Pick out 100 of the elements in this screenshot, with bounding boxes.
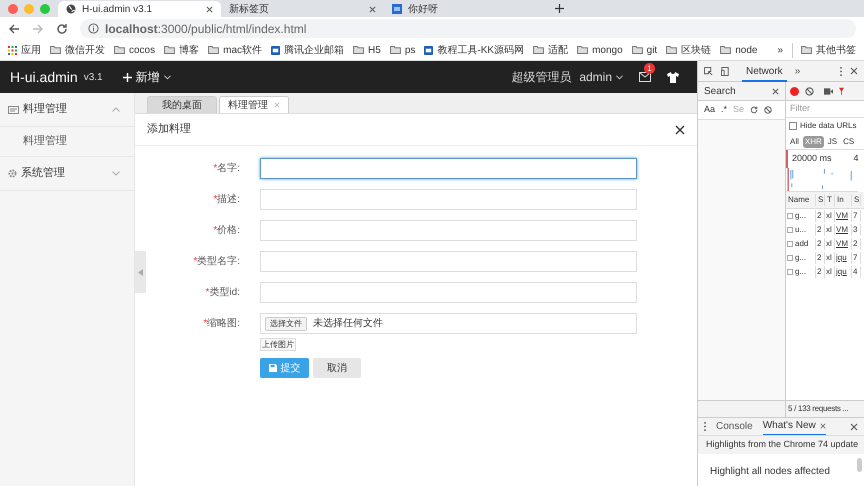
search-option[interactable]: .*	[721, 103, 728, 117]
close-icon[interactable]	[675, 124, 685, 134]
search-option[interactable]: Aa	[704, 103, 716, 117]
folder-icon	[164, 46, 176, 54]
file-icon	[787, 227, 793, 233]
table-cell: jqu	[835, 266, 852, 278]
folder-icon	[50, 46, 61, 54]
bookmark-link[interactable]: mongo	[592, 42, 623, 58]
field-label: 缩略图:	[207, 316, 240, 331]
folder-icon	[208, 46, 220, 54]
dialog-title: 添加料理	[147, 122, 191, 138]
required-mark: *	[206, 286, 210, 300]
table-cell: jqu	[835, 252, 852, 264]
choose-file-button[interactable]: 选择文件	[265, 316, 307, 330]
checkbox[interactable]	[789, 122, 797, 130]
shirt-icon[interactable]	[667, 72, 679, 82]
request-name[interactable]: g...	[795, 210, 806, 222]
drawer-tab[interactable]: Console	[716, 418, 753, 436]
refresh-icon[interactable]	[750, 106, 758, 114]
required-mark: *	[193, 255, 198, 269]
cancel-button[interactable]: 取消	[313, 358, 361, 378]
input-field[interactable]	[260, 158, 637, 179]
request-name[interactable]: g...	[795, 266, 806, 278]
sidebar-group[interactable]: 系统管理	[0, 157, 134, 191]
bookmark-link[interactable]: 区块链	[681, 42, 712, 58]
type-filter[interactable]: CS	[841, 136, 856, 148]
more-bookmarks[interactable]: »	[777, 42, 783, 58]
bookmark-link[interactable]: node	[735, 42, 758, 58]
back-icon[interactable]	[8, 22, 20, 34]
reload-icon[interactable]	[56, 22, 68, 34]
bookmark-link[interactable]: 其他书签	[816, 42, 856, 58]
message-badge: 1	[644, 63, 655, 74]
column-header[interactable]: T	[825, 194, 835, 206]
address-bar[interactable]: localhost:3000/public/html/index.html	[80, 19, 856, 38]
close-icon[interactable]	[369, 6, 376, 12]
bookmark-link[interactable]: 微信开发	[65, 42, 105, 58]
column-header[interactable]: S	[816, 194, 825, 206]
request-name[interactable]: g...	[795, 252, 806, 264]
field-label: 类型id:	[209, 286, 240, 300]
status-text: 5 / 133 requests ...	[788, 403, 848, 415]
close-icon[interactable]	[820, 422, 826, 428]
new-tab-icon[interactable]	[555, 4, 564, 13]
sidebar-item[interactable]: 料理管理	[0, 127, 134, 157]
close-icon[interactable]	[206, 6, 213, 12]
bookmark-link[interactable]: 应用	[21, 42, 41, 58]
filter-field[interactable]: Filter	[790, 102, 860, 116]
camera-icon[interactable]	[824, 88, 833, 94]
chevron-down-icon	[616, 74, 623, 80]
bookmark-link[interactable]: ps	[404, 42, 416, 58]
file-icon	[787, 213, 793, 219]
record-button[interactable]	[790, 86, 799, 96]
sidebar-group[interactable]: 料理管理	[0, 93, 134, 127]
bookmark-link[interactable]: H5	[368, 42, 381, 58]
more-tabs-button[interactable]: »	[794, 64, 800, 78]
type-filter[interactable]: All	[788, 136, 801, 148]
bookmark-link[interactable]: cocos	[129, 42, 156, 58]
info-icon[interactable]	[88, 23, 99, 34]
bookmark-link[interactable]: 博客	[179, 42, 200, 58]
bookmark-link[interactable]: mac软件	[223, 42, 262, 58]
close-icon[interactable]	[772, 88, 779, 94]
file-status: 未选择任何文件	[313, 316, 383, 331]
file-field[interactable]: 选择文件 未选择任何文件	[260, 313, 637, 334]
upload-button[interactable]: 上传图片	[260, 338, 296, 351]
bookmark-link[interactable]: 教程工具-KK源码网	[437, 42, 524, 58]
tab-title: H-ui.admin v3.1	[82, 2, 154, 16]
type-filter[interactable]: JS	[826, 136, 840, 148]
field-label: 价格:	[217, 224, 240, 238]
field-label: 名字:	[217, 162, 240, 176]
column-header[interactable]: Name	[786, 194, 816, 206]
device-icon[interactable]	[721, 66, 730, 76]
column-header[interactable]: S	[852, 194, 861, 206]
add-menu[interactable]: 新增	[122, 68, 171, 86]
column-header[interactable]: In	[835, 194, 852, 206]
table-cell: 2	[816, 238, 825, 250]
table-cell: 7	[852, 210, 861, 222]
collapse-handle[interactable]	[135, 251, 146, 293]
browser-tab[interactable]: H-ui.admin v3.1	[58, 1, 221, 17]
bookmark-link[interactable]: 适配	[548, 42, 568, 58]
table-cell: 3	[852, 224, 861, 236]
clear-icon[interactable]	[764, 106, 772, 114]
page-tab[interactable]: 我的桌面	[147, 96, 217, 113]
clear-icon[interactable]	[805, 86, 814, 96]
close-icon[interactable]	[850, 67, 858, 75]
filter-icon[interactable]	[839, 86, 844, 96]
version-label: v3.1	[84, 70, 103, 84]
scrollbar-thumb[interactable]	[857, 458, 862, 472]
save-icon	[268, 364, 276, 372]
table-cell: VM	[835, 238, 852, 250]
bookmark-link[interactable]: 腾讯企业邮箱	[284, 42, 344, 58]
bookmark-link[interactable]: git	[646, 42, 658, 58]
request-name[interactable]: u...	[795, 224, 806, 236]
inspect-icon[interactable]	[704, 66, 713, 76]
mail-icon[interactable]	[639, 72, 651, 82]
page-tab[interactable]: 料理管理	[219, 96, 289, 113]
user-menu[interactable]: admin	[579, 68, 623, 86]
close-icon[interactable]	[850, 422, 858, 430]
table-cell: 7	[852, 252, 861, 264]
table-cell: VM	[835, 210, 852, 222]
request-name[interactable]: add	[795, 238, 808, 250]
timeline-tick: 20000 ms	[792, 152, 832, 166]
